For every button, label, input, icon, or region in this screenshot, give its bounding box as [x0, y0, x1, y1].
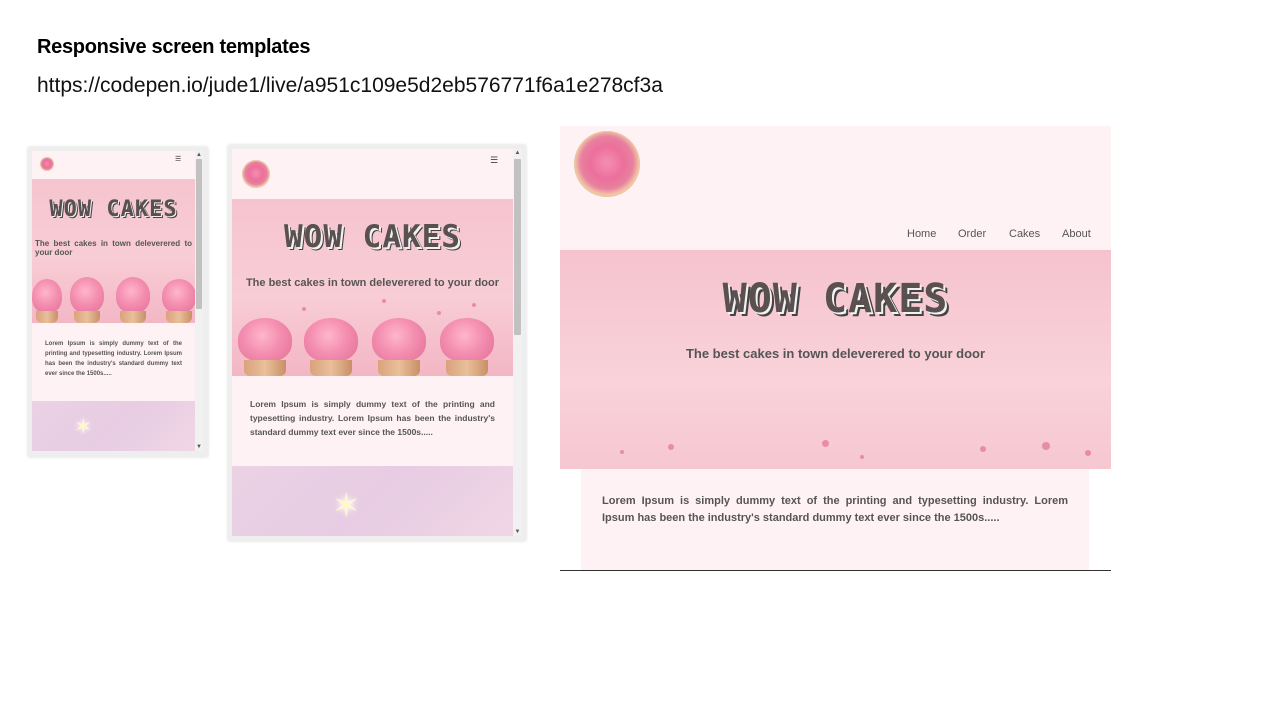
nav-cakes[interactable]: Cakes	[1009, 228, 1040, 240]
mobile-scrollbar[interactable]: ▲ ▼	[195, 151, 203, 451]
sparkler-image: ✶	[232, 466, 513, 536]
cupcake	[238, 318, 292, 376]
desktop-navbar: Home Order Cakes About	[560, 126, 1111, 250]
tablet-screen: ☰ WOW CAKES The best cakes in town delev…	[232, 149, 513, 536]
cupcake	[440, 318, 494, 376]
cupcakes-image	[232, 306, 513, 376]
desktop-preview: Home Order Cakes About WOW CAKES The bes…	[560, 126, 1111, 571]
nav-order[interactable]: Order	[958, 228, 986, 240]
mobile-hero: WOW CAKES The best cakes in town delever…	[32, 179, 195, 323]
tablet-scrollbar[interactable]: ▲ ▼	[513, 149, 522, 536]
cupcake	[162, 279, 195, 323]
cupcake-logo[interactable]	[574, 131, 640, 197]
sparkler-icon: ✶	[332, 486, 361, 526]
tablet-preview: ☰ WOW CAKES The best cakes in town delev…	[228, 145, 526, 541]
nav-home[interactable]: Home	[907, 228, 936, 240]
mobile-screen: ☰ WOW CAKES The best cakes in town delev…	[32, 151, 195, 451]
sparkler-icon: ✶	[74, 415, 93, 440]
cupcake	[372, 318, 426, 376]
hero-tagline: The best cakes in town deleverered to yo…	[35, 239, 192, 257]
desktop-hero: WOW CAKES The best cakes in town delever…	[560, 250, 1111, 469]
cupcake-logo[interactable]	[40, 157, 54, 171]
scroll-thumb[interactable]	[196, 159, 202, 309]
cupcakes-image	[32, 263, 195, 323]
sparkler-image: ✶	[32, 401, 195, 451]
cupcake	[116, 277, 150, 323]
cupcake	[304, 318, 358, 376]
scroll-thumb[interactable]	[514, 159, 521, 335]
cupcake	[70, 277, 104, 323]
hero-tagline: The best cakes in town deleverered to yo…	[685, 346, 986, 361]
intro-text: Lorem Ipsum is simply dummy text of the …	[45, 341, 182, 377]
hero-title: WOW CAKES	[722, 276, 949, 322]
cupcake-logo[interactable]	[242, 160, 270, 188]
hero-tagline: The best cakes in town deleverered to yo…	[245, 277, 500, 289]
intro-card: Lorem Ipsum is simply dummy text of the …	[581, 469, 1089, 570]
menu-icon[interactable]: ☰	[490, 156, 498, 166]
intro-text: Lorem Ipsum is simply dummy text of the …	[602, 495, 1068, 524]
hero-title: WOW CAKES	[49, 197, 178, 222]
slide-title: Responsive screen templates	[37, 36, 311, 58]
hero-title: WOW CAKES	[284, 219, 461, 255]
tablet-hero: WOW CAKES The best cakes in town delever…	[232, 199, 513, 376]
mobile-navbar: ☰	[32, 151, 195, 179]
tablet-navbar: ☰	[232, 149, 513, 199]
mobile-preview: ☰ WOW CAKES The best cakes in town delev…	[28, 147, 208, 457]
nav-about[interactable]: About	[1062, 228, 1091, 240]
slide-url[interactable]: https://codepen.io/jude1/live/a951c109e5…	[37, 74, 663, 98]
cupcake	[32, 279, 62, 323]
intro-text: Lorem Ipsum is simply dummy text of the …	[250, 399, 495, 437]
menu-icon[interactable]: ☰	[175, 155, 181, 163]
